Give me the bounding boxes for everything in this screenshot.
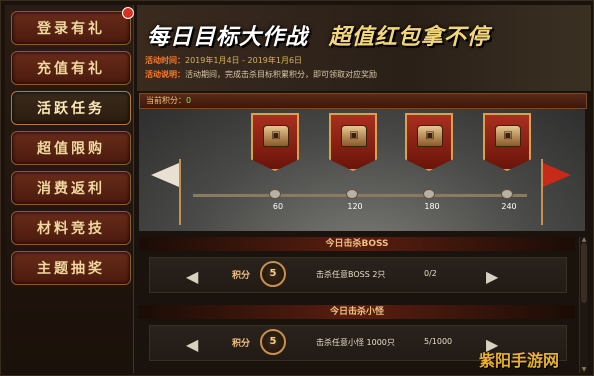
banner-title: 每日目标大作战 超值红包拿不停 [147, 19, 490, 51]
milestone-label: 240 [501, 202, 517, 211]
activity-time: 活动时间：2019年1月4日 - 2019年1月6日 [145, 55, 302, 66]
current-score-label: 当前积分： [146, 96, 186, 105]
reward-progress-stage: ▣ ▣ ▣ ▣ 60 120 180 240 [139, 109, 585, 231]
activity-window: 登录有礼 充值有礼 活跃任务 超值限购 消费返利 材料竞技 主题抽奖 每日目标大… [0, 0, 594, 376]
right-arrow-icon[interactable]: ▶ [486, 267, 498, 286]
milestone-label: 120 [347, 202, 363, 211]
scroll-down-icon[interactable]: ▼ [580, 367, 588, 373]
sidebar-item-active-tasks[interactable]: 活跃任务 [11, 91, 131, 125]
reward-chest-240[interactable]: ▣ [483, 113, 531, 171]
watermark-logo: 紫阳手游网 [479, 351, 560, 370]
end-flag-icon [543, 163, 571, 187]
reward-chest-60[interactable]: ▣ [251, 113, 299, 171]
activity-time-label: 活动时间： [145, 56, 185, 65]
close-icon[interactable] [122, 7, 134, 19]
reward-chest-120[interactable]: ▣ [329, 113, 377, 171]
sidebar-item-spend-rebate[interactable]: 消费返利 [11, 171, 131, 205]
sidebar-item-theme-lottery[interactable]: 主题抽奖 [11, 251, 131, 285]
current-score-value: 0 [186, 96, 192, 105]
task-points-label: 积分 [232, 271, 251, 281]
treasure-chest-icon: ▣ [341, 125, 367, 147]
current-score-bar: 当前积分：0 [139, 93, 587, 109]
task-description: 击杀任意小怪 1000只 [316, 338, 395, 347]
task-row: ◀ 积分 5 击杀任意BOSS 2只 0/2 ▶ [149, 257, 567, 293]
sidebar-item-limited-purchase[interactable]: 超值限购 [11, 131, 131, 165]
task-points-badge: 5 [260, 329, 286, 355]
sidebar-item-recharge-gift[interactable]: 充值有礼 [11, 51, 131, 85]
treasure-chest-icon: ▣ [417, 125, 443, 147]
treasure-chest-icon: ▣ [495, 125, 521, 147]
activity-banner: 每日目标大作战 超值红包拿不停 活动时间：2019年1月4日 - 2019年1月… [137, 5, 591, 91]
start-flag-pole [179, 159, 181, 225]
activity-time-value: 2019年1月4日 - 2019年1月6日 [185, 56, 303, 65]
sidebar-item-material-contest[interactable]: 材料竞技 [11, 211, 131, 245]
task-points-badge: 5 [260, 261, 286, 287]
sidebar-item-login-gift[interactable]: 登录有礼 [11, 11, 131, 45]
banner-title-part2: 超值红包拿不停 [328, 25, 490, 50]
activity-description: 活动说明：活动期间，完成击杀目标积累积分，即可领取对应奖励 [145, 69, 377, 80]
progress-track [193, 194, 527, 197]
task-list-scrollbar[interactable]: ▲ ▼ [579, 237, 588, 373]
banner-title-part1: 每日目标大作战 [147, 25, 309, 50]
task-points-label: 积分 [232, 339, 251, 349]
current-score: 当前积分：0 [146, 95, 191, 106]
left-arrow-icon[interactable]: ◀ [186, 335, 198, 354]
milestone-label: 60 [272, 202, 284, 211]
milestone-knob [269, 189, 281, 199]
task-title: 今日击杀BOSS [139, 237, 575, 251]
milestone-knob [346, 189, 358, 199]
sidebar: 登录有礼 充值有礼 活跃任务 超值限购 消费返利 材料竞技 主题抽奖 [5, 5, 134, 373]
task-progress: 5/1000 [424, 337, 453, 346]
milestone-knob [501, 189, 513, 199]
activity-description-value: 活动期间，完成击杀目标积累积分，即可领取对应奖励 [185, 70, 377, 79]
scroll-thumb[interactable] [581, 243, 587, 303]
milestone-label: 180 [424, 202, 440, 211]
start-flag-icon [151, 163, 179, 187]
milestone-knob [423, 189, 435, 199]
task-panel-boss: 今日击杀BOSS ◀ 积分 5 击杀任意BOSS 2只 0/2 ▶ [139, 237, 575, 299]
task-title: 今日击杀小怪 [139, 305, 575, 319]
activity-description-label: 活动说明： [145, 70, 185, 79]
reward-chest-180[interactable]: ▣ [405, 113, 453, 171]
task-description: 击杀任意BOSS 2只 [316, 270, 386, 279]
left-arrow-icon[interactable]: ◀ [186, 267, 198, 286]
treasure-chest-icon: ▣ [263, 125, 289, 147]
task-progress: 0/2 [424, 269, 437, 278]
